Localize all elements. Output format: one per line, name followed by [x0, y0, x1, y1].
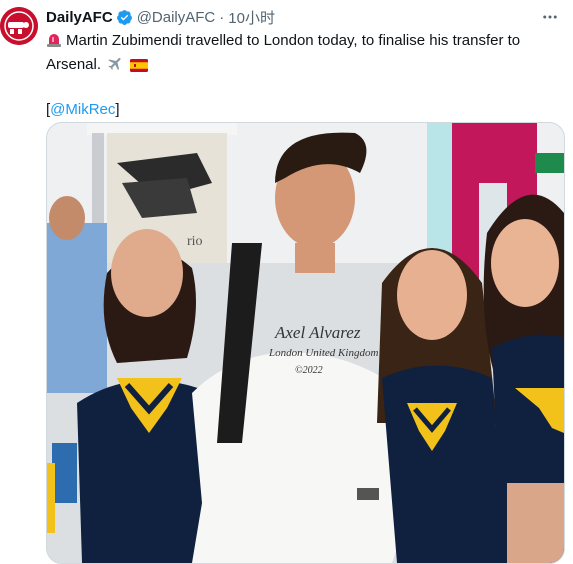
tweet-photo[interactable]: rio Axel Alvarez London United Kingdom ©…: [46, 122, 565, 564]
avatar-logo-icon: [0, 7, 38, 45]
airplane-icon: [107, 55, 124, 78]
verified-badge-icon: [116, 9, 133, 26]
more-horizontal-icon: [543, 15, 557, 19]
tweet-header: DailyAFC @DailyAFC · 10小时: [46, 7, 275, 27]
poster-text: rio: [187, 234, 203, 249]
shirt-text-line1: Axel Alvarez: [274, 323, 361, 342]
tweet-text: Martin Zubimendi travelled to London tod…: [46, 30, 561, 120]
tweet-line-2: Arsenal.: [46, 54, 561, 78]
shirt-text-line3: ©2022: [295, 365, 323, 376]
tweet-line-1: Martin Zubimendi travelled to London tod…: [46, 30, 561, 54]
rotating-light-icon: [46, 32, 62, 54]
shirt-text-line2: London United Kingdom: [268, 347, 378, 359]
photo-scene: rio Axel Alvarez London United Kingdom ©…: [47, 123, 564, 563]
more-options-button[interactable]: [539, 6, 561, 28]
tweet-text-line1: Martin Zubimendi travelled to London tod…: [66, 32, 521, 49]
avatar[interactable]: [0, 7, 38, 45]
tweet-line-credit: [@MikRec]: [46, 99, 561, 120]
bracket-close: ]: [115, 101, 120, 118]
tweet[interactable]: DailyAFC @DailyAFC · 10小时 Martin Zubimen…: [0, 0, 573, 564]
display-name[interactable]: DailyAFC: [46, 9, 113, 26]
spain-flag-icon: [130, 57, 149, 78]
tweet-text-line2: Arsenal.: [46, 56, 102, 73]
mention-link[interactable]: @MikRec: [50, 101, 115, 118]
timestamp[interactable]: 10小时: [228, 7, 275, 28]
handle[interactable]: @DailyAFC: [137, 9, 216, 26]
separator-dot: ·: [219, 8, 225, 26]
